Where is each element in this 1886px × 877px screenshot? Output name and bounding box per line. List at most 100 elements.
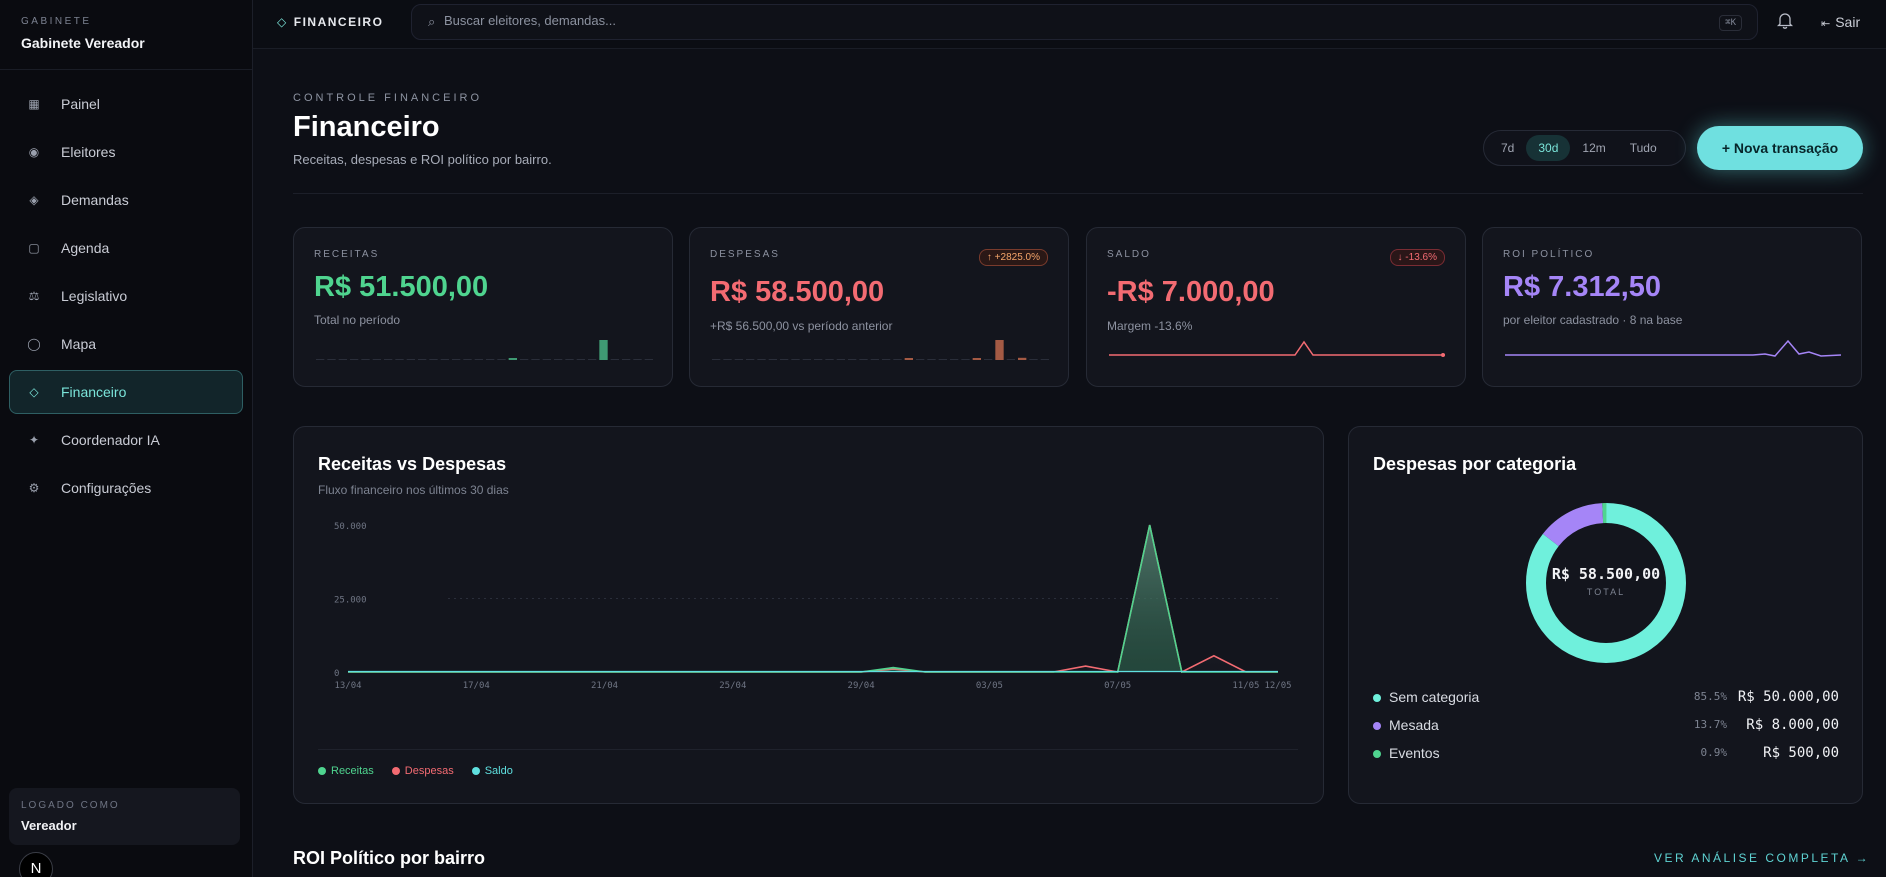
diamond-icon: ◈: [29, 193, 39, 207]
legend-dot: [318, 767, 326, 775]
legend-label: Saldo: [484, 765, 513, 777]
sparkline-bar: [384, 359, 393, 360]
logout-label: Sair: [1835, 14, 1861, 30]
kpi-value: R$ 58.500,00: [710, 276, 885, 308]
range-30d[interactable]: 30d: [1526, 135, 1571, 161]
kpi-value: R$ 7.312,50: [1503, 271, 1662, 303]
breadcrumb: ◇ FINANCEIRO: [277, 15, 383, 29]
sparkline-bar: [327, 359, 336, 360]
search-box[interactable]: ⌕ ⌘K: [411, 4, 1758, 40]
sidebar-item-configuracoes[interactable]: ⚙ Configurações: [9, 466, 243, 510]
x-tick-label: 21/04: [591, 681, 618, 691]
panel-title: Despesas por categoria: [1373, 454, 1577, 474]
y-tick-label: 25.000: [334, 596, 367, 606]
sparkline-bar: [531, 359, 540, 360]
category-row[interactable]: Sem categoria 85.5% R$ 50.000,00: [1373, 689, 1839, 709]
category-name: Mesada: [1389, 717, 1439, 733]
panel-subtitle: Fluxo financeiro nos últimos 30 dias: [318, 483, 509, 497]
legend-item-saldo[interactable]: Saldo: [471, 765, 513, 777]
sidebar-item-label: Demandas: [61, 192, 129, 208]
sparkline-bar: [757, 359, 766, 360]
category-dot: [1373, 722, 1381, 730]
sparkline-bar: [859, 359, 868, 360]
x-tick-label: 17/04: [463, 681, 490, 691]
breadcrumb-label: FINANCEIRO: [293, 15, 384, 29]
sidebar-item-agenda[interactable]: ▢ Agenda: [9, 226, 243, 270]
sidebar-item-mapa[interactable]: ◯ Mapa: [9, 322, 243, 366]
sparkline-bar: [406, 359, 415, 360]
range-12m[interactable]: 12m: [1570, 135, 1617, 161]
sidebar-item-financeiro[interactable]: ◇ Financeiro: [9, 370, 243, 414]
brand-kicker: GABINETE: [21, 16, 92, 27]
x-tick-label: 12/05: [1264, 681, 1291, 691]
range-tudo[interactable]: Tudo: [1618, 135, 1669, 161]
diamond-icon: ◇: [277, 15, 288, 29]
change-badge: ↓ -13.6%: [1389, 249, 1445, 266]
category-row[interactable]: Mesada 13.7% R$ 8.000,00: [1373, 717, 1839, 737]
x-tick-label: 03/05: [976, 681, 1003, 691]
sparkline-bar: [916, 359, 925, 360]
search-input[interactable]: [444, 13, 1444, 28]
sparkline-bar: [361, 359, 370, 360]
gear-icon: ⚙: [28, 481, 40, 495]
sidebar-nav: ▦ Painel ◉ Eleitores ◈ Demandas ▢ Agenda ⚖ Le…: [0, 70, 252, 526]
logged-user-name: Vereador: [21, 818, 77, 833]
kpi-sub: +R$ 56.500,00 vs período anterior: [710, 319, 893, 333]
sparkline-bar: [768, 359, 777, 360]
change-badge: ↑ +2825.0%: [978, 249, 1048, 266]
sparkline-bar: [746, 359, 755, 360]
sidebar-item-coordenador-ia[interactable]: ✦ Coordenador IA: [9, 418, 243, 462]
bell-icon[interactable]: [1776, 12, 1794, 33]
category-pct: 0.9%: [1700, 746, 1728, 759]
logout-button[interactable]: ⇤ Sair: [1821, 14, 1860, 30]
sidebar-item-painel[interactable]: ▦ Painel: [9, 82, 243, 126]
legend-dot: [391, 767, 400, 775]
category-pct: 13.7%: [1693, 718, 1727, 731]
sparkline-line: [1109, 340, 1445, 356]
flow-chart-panel: Receitas vs Despesas Fluxo financeiro no…: [293, 426, 1324, 804]
sparkline-bar: [995, 340, 1004, 360]
brand: GABINETE Gabinete Vereador: [0, 0, 252, 70]
category-value: R$ 8.000,00: [1746, 717, 1839, 733]
sparkline-bar: [961, 359, 970, 360]
users-icon: ◉: [28, 145, 40, 159]
series-area-receitas: [348, 525, 1278, 672]
sparkline-bar: [542, 359, 551, 360]
sparkline-bar: [1029, 359, 1038, 360]
logged-user-card[interactable]: LOGADO COMO Vereador: [9, 788, 240, 845]
roi-section-title: ROI Político por bairro: [293, 848, 486, 868]
page-kicker: CONTROLE FINANCEIRO: [293, 92, 483, 104]
divider: [293, 193, 1863, 194]
sparkline-bar: [791, 359, 800, 360]
y-tick-label: 50.000: [334, 522, 367, 532]
x-tick-label: 11/05: [1232, 681, 1259, 691]
full-analysis-link[interactable]: VER ANÁLISE COMPLETA →: [1654, 851, 1870, 865]
donut-total-label: TOTAL: [1586, 587, 1626, 597]
sidebar-item-legislativo[interactable]: ⚖ Legislativo: [9, 274, 243, 318]
x-tick-label: 07/05: [1104, 681, 1131, 691]
new-transaction-button[interactable]: + Nova transação: [1697, 126, 1863, 170]
sparkline-bar: [836, 359, 845, 360]
brand-name: Gabinete Vereador: [21, 35, 145, 51]
sidebar-item-demandas[interactable]: ◈ Demandas: [9, 178, 243, 222]
framework-badge-icon[interactable]: N: [19, 852, 53, 877]
kpi-label: RECEITAS: [314, 249, 380, 260]
sidebar-item-label: Legislativo: [61, 288, 128, 304]
legend-item-despesas[interactable]: Despesas: [391, 765, 454, 777]
sidebar-item-eleitores[interactable]: ◉ Eleitores: [9, 130, 243, 174]
sparkline-bar: [734, 359, 743, 360]
category-row[interactable]: Eventos 0.9% R$ 500,00: [1373, 745, 1839, 765]
legend-item-receitas[interactable]: Receitas: [318, 765, 374, 777]
logout-icon: ⇤: [1821, 18, 1831, 30]
sparkline-bar: [712, 359, 721, 360]
category-value: R$ 50.000,00: [1737, 689, 1839, 705]
kpi-saldo-card: SALDO ↓ -13.6% -R$ 7.000,00 Margem -13.6…: [1086, 227, 1466, 387]
page-subtitle: Receitas, despesas e ROI político por ba…: [293, 152, 552, 167]
sparkline-bar: [972, 358, 981, 360]
flow-chart: 50.000 25.000 0 13/04 17/04 21/04 25/04 29/04 03…: [334, 522, 1292, 691]
sparkline-bar: [893, 359, 902, 360]
sparkline-bar: [520, 359, 529, 360]
sparkline-bar: [938, 359, 947, 360]
range-7d[interactable]: 7d: [1489, 135, 1526, 161]
sparkline-bar: [904, 358, 913, 360]
